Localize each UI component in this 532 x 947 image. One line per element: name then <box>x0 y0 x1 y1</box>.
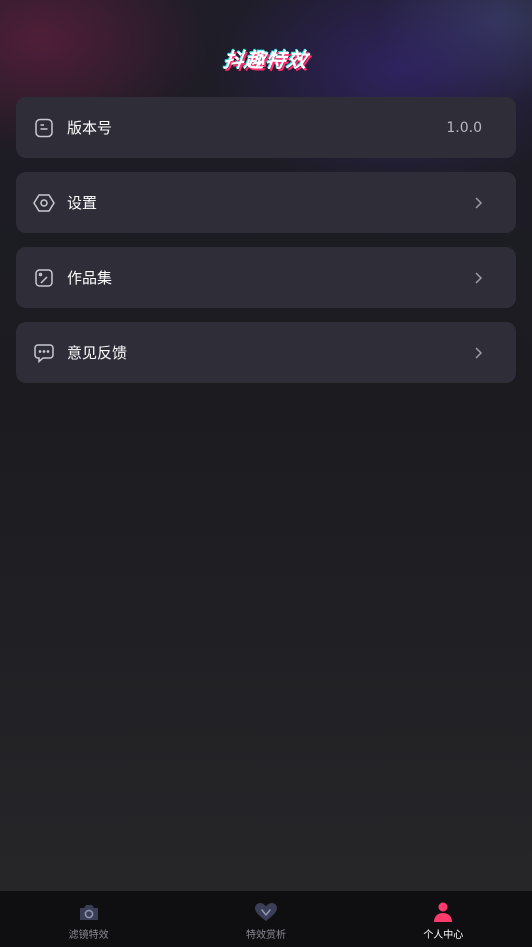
header: 抖趣特效 <box>0 44 532 73</box>
menu-item-version[interactable]: 版本号 1.0.0 <box>16 97 516 158</box>
tab-label: 特效赏析 <box>245 929 286 941</box>
menu-item-label: 版本号 <box>67 119 113 137</box>
tab-label: 个人中心 <box>423 929 464 941</box>
menu-item-settings[interactable]: 设置 <box>16 172 516 233</box>
menu-item-feedback[interactable]: 意见反馈 <box>16 322 516 383</box>
person-icon <box>430 900 456 924</box>
chevron-right-icon <box>470 195 486 211</box>
tab-label: 滤镜特效 <box>68 929 109 941</box>
tab-personal-center[interactable]: 个人中心 <box>355 891 532 947</box>
menu-item-label: 意见反馈 <box>67 344 128 362</box>
gear-icon <box>32 191 56 215</box>
chevron-right-icon <box>470 345 486 361</box>
chevron-right-icon <box>470 270 486 286</box>
brand-logo-title: 抖趣特效 <box>222 48 310 72</box>
tab-effects-showcase[interactable]: 特效赏析 <box>177 891 354 947</box>
version-number: 1.0.0 <box>446 119 482 136</box>
heart-icon <box>253 900 279 924</box>
settings-menu: 版本号 1.0.0 设置 作品集 意见反馈 <box>16 97 516 397</box>
gallery-icon <box>32 266 56 290</box>
document-icon <box>32 116 56 140</box>
bottom-tab-bar: 滤镜特效 特效赏析 个人中心 <box>0 891 532 947</box>
menu-item-label: 设置 <box>67 194 98 212</box>
tab-filter-effects[interactable]: 滤镜特效 <box>0 891 177 947</box>
menu-item-label: 作品集 <box>67 269 113 287</box>
menu-item-portfolio[interactable]: 作品集 <box>16 247 516 308</box>
camera-icon <box>76 900 102 924</box>
profile-screen: 抖趣特效 版本号 1.0.0 设置 作品集 意见反馈 滤镜特效 特效赏析 个人中… <box>0 0 532 947</box>
chat-bubble-icon <box>32 341 56 365</box>
